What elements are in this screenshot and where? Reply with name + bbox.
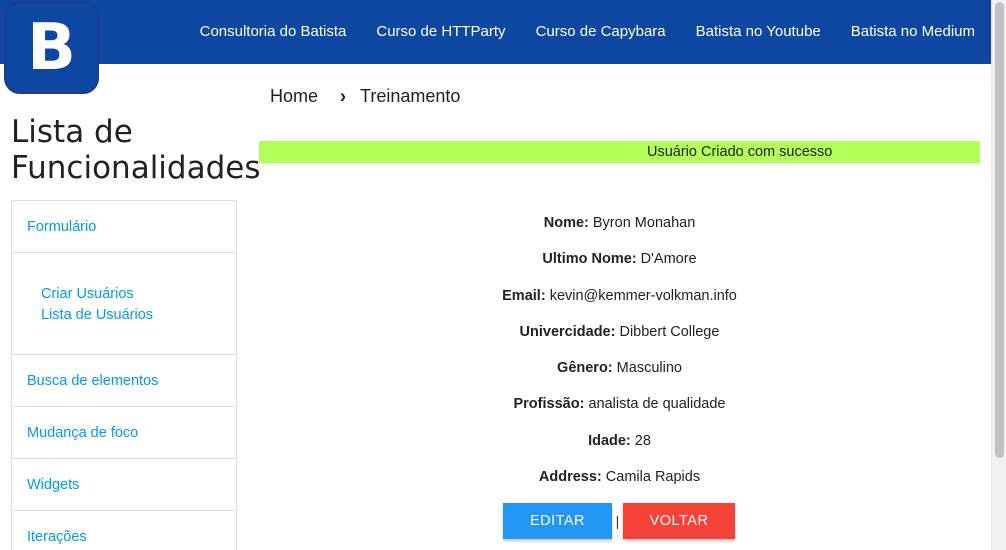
- detail-email: Email: kevin@kemmer-volkman.info: [259, 278, 980, 314]
- detail-value: Dibbert College: [619, 323, 720, 340]
- nav-link-httparty[interactable]: Curso de HTTParty: [376, 23, 505, 40]
- nav-links: Consultoria do Batista Curso de HTTParty…: [170, 0, 975, 62]
- sidebar-item-formulario[interactable]: Formulário: [12, 201, 236, 253]
- breadcrumb-current[interactable]: Treinamento: [360, 86, 460, 107]
- detail-nome: Nome: Byron Monahan: [259, 205, 980, 241]
- detail-universidade: Univercidade: Dibbert College: [259, 314, 980, 350]
- detail-address: Address: Camila Rapids: [259, 459, 980, 495]
- vertical-scrollbar[interactable]: [991, 0, 1006, 550]
- detail-value: Masculino: [616, 360, 682, 377]
- detail-value: Byron Monahan: [592, 215, 696, 231]
- nav-link-medium[interactable]: Batista no Medium: [851, 23, 975, 40]
- detail-value: kevin@kemmer-volkman.info: [549, 287, 737, 304]
- sidebar-title: Lista de Funcionalidades: [11, 114, 261, 186]
- sidebar-subitem-lista-usuarios[interactable]: Lista de Usuários: [41, 305, 236, 326]
- sidebar-submenu: Criar Usuários Lista de Usuários: [12, 253, 236, 355]
- detail-label: Idade:: [588, 432, 631, 449]
- sidebar-item-widgets[interactable]: Widgets: [12, 459, 236, 511]
- nav-link-capybara[interactable]: Curso de Capybara: [536, 23, 666, 40]
- detail-label: Gênero:: [557, 360, 613, 377]
- detail-label: Profissão:: [513, 396, 585, 413]
- detail-genero: Gênero: Masculino: [259, 350, 980, 386]
- nav-link-youtube[interactable]: Batista no Youtube: [696, 23, 821, 40]
- back-button[interactable]: VOLTAR: [623, 503, 735, 539]
- brand-logo[interactable]: B: [4, 1, 99, 94]
- chevron-right-icon: ›: [340, 84, 347, 107]
- top-navbar: Consultoria do Batista Curso de HTTParty…: [0, 0, 991, 64]
- detail-label: Ultimo Nome:: [542, 251, 637, 268]
- page: Consultoria do Batista Curso de HTTParty…: [0, 0, 1006, 550]
- sidebar-menu: Formulário Criar Usuários Lista de Usuár…: [11, 200, 237, 550]
- sidebar-item-label: Iterações: [27, 528, 87, 545]
- detail-label: Address:: [538, 469, 602, 486]
- button-separator: |: [615, 513, 620, 529]
- detail-label: Email:: [502, 287, 546, 304]
- sidebar-item-iteracoes[interactable]: Iterações: [12, 511, 236, 550]
- action-buttons: EDITAR | VOLTAR: [503, 503, 735, 539]
- success-banner: Usuário Criado com sucesso: [259, 141, 980, 163]
- brand-logo-letter: B: [27, 10, 76, 85]
- detail-value: analista de qualidade: [588, 396, 726, 413]
- scrollbar-thumb[interactable]: [995, 2, 1004, 458]
- sidebar-item-mudanca[interactable]: Mudança de foco: [12, 407, 236, 459]
- sidebar-item-label: Busca de elementos: [27, 372, 159, 389]
- detail-idade: Idade: 28: [259, 423, 980, 459]
- sidebar-subitem-criar-usuarios[interactable]: Criar Usuários: [41, 284, 236, 305]
- sidebar-item-busca[interactable]: Busca de elementos: [12, 355, 236, 407]
- nav-link-consultoria[interactable]: Consultoria do Batista: [200, 23, 347, 40]
- breadcrumb-home[interactable]: Home: [270, 86, 318, 107]
- user-details: Nome: Byron Monahan Ultimo Nome: D'Amore…: [259, 205, 980, 495]
- sidebar-item-label: Widgets: [27, 476, 80, 493]
- detail-value: 28: [634, 432, 651, 449]
- sidebar-item-label: Mudança de foco: [27, 424, 139, 441]
- breadcrumb: Home › Treinamento: [270, 84, 460, 107]
- detail-profissao: Profissão: analista de qualidade: [259, 386, 980, 422]
- detail-ultimo-nome: Ultimo Nome: D'Amore: [259, 241, 980, 277]
- edit-button[interactable]: EDITAR: [503, 503, 612, 539]
- detail-label: Univercidade:: [519, 323, 616, 340]
- detail-value: D'Amore: [640, 251, 697, 268]
- success-message: Usuário Criado com sucesso: [647, 144, 833, 160]
- detail-label: Nome:: [543, 215, 589, 231]
- detail-value: Camila Rapids: [605, 469, 701, 486]
- sidebar-item-label: Formulário: [27, 218, 97, 235]
